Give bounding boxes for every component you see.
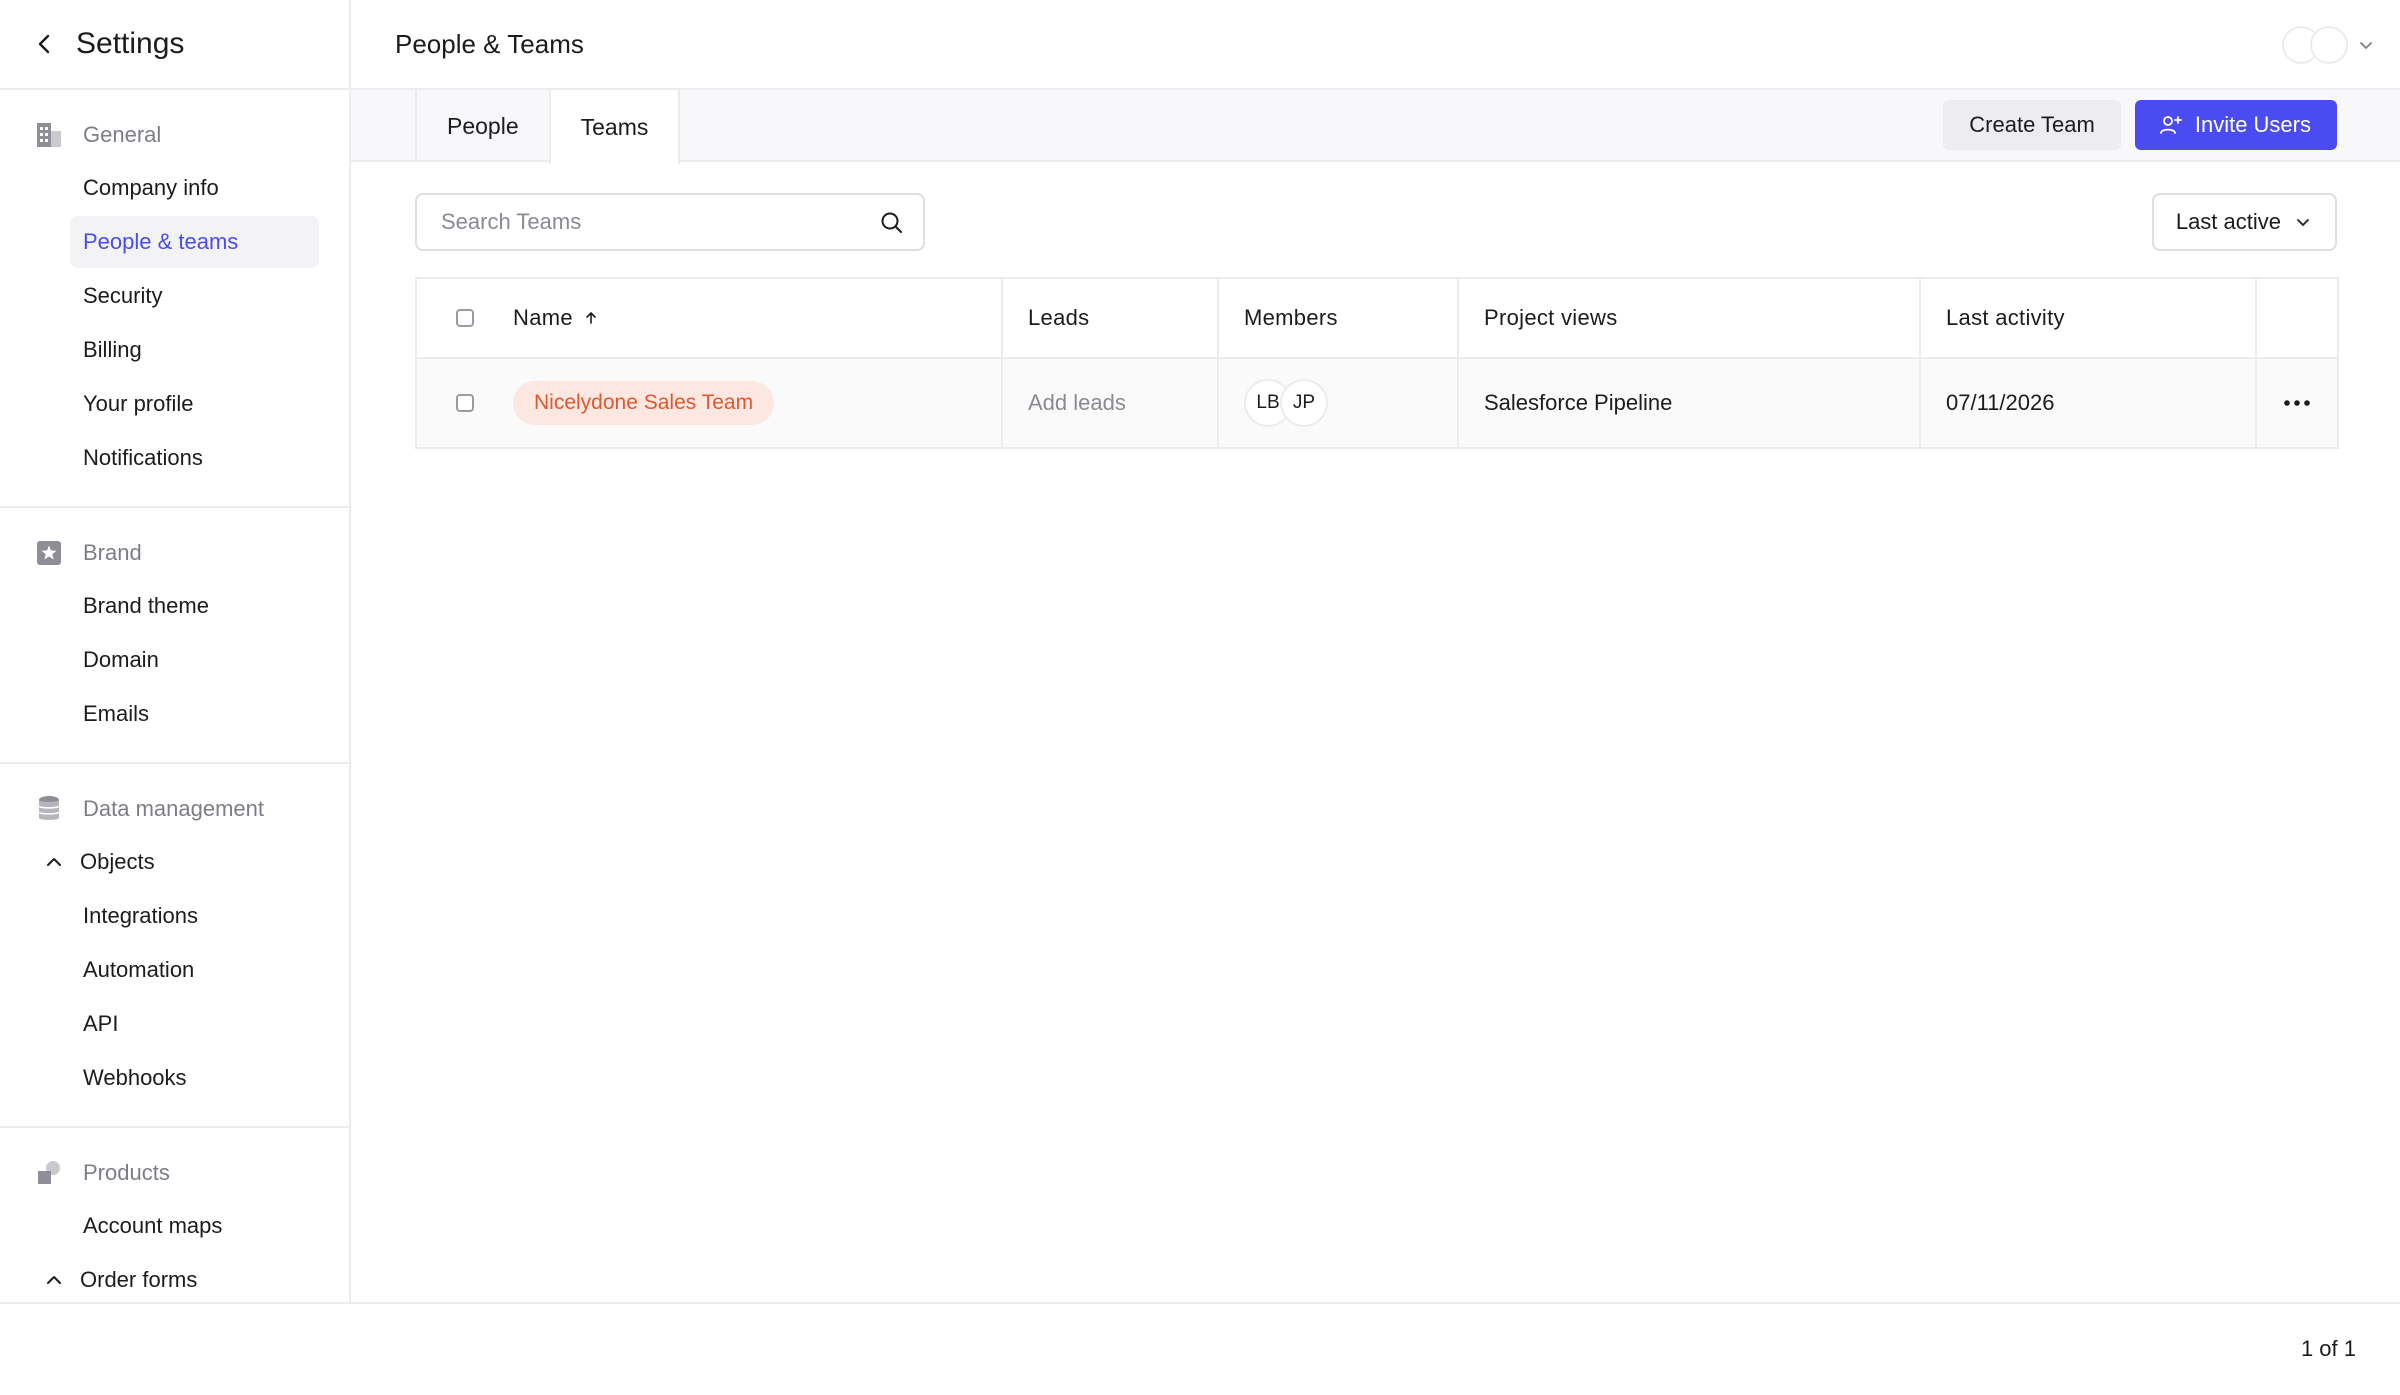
search-box	[415, 193, 925, 251]
sidebar-section-brand: Brand Brand theme Domain Emails	[0, 508, 349, 764]
sidebar-item-automation[interactable]: Automation	[70, 944, 319, 996]
table-header-row: Name Leads Members Project views Last ac…	[415, 277, 2339, 359]
tabs: People Teams	[415, 90, 681, 164]
sidebar-item-company-info[interactable]: Company info	[70, 162, 319, 214]
column-header-last-activity[interactable]: Last activity	[1919, 277, 2257, 359]
page-title: People & Teams	[395, 28, 584, 59]
sidebar-group-label: Data management	[83, 796, 264, 821]
select-all-checkbox[interactable]	[456, 309, 474, 327]
sidebar-item-integrations[interactable]: Integrations	[70, 890, 319, 942]
sidebar-group-data-management: Data management	[0, 784, 349, 834]
sidebar-section-data-management: Data management Objects Integrations Aut…	[0, 764, 349, 1128]
column-header-members[interactable]: Members	[1217, 277, 1459, 359]
sidebar-item-order-forms[interactable]: Order forms	[40, 1254, 319, 1302]
sort-label: Last active	[2175, 209, 2281, 234]
sidebar-item-billing[interactable]: Billing	[70, 324, 319, 376]
sidebar-item-your-profile[interactable]: Your profile	[70, 378, 319, 430]
select-all-cell	[417, 309, 513, 327]
table-row[interactable]: Nicelydone Sales Team Add leads LB JP Sa…	[415, 357, 2339, 449]
column-header-leads[interactable]: Leads	[1001, 277, 1219, 359]
main-panel: People & Teams People Teams Create Team …	[351, 0, 2400, 1302]
name-header-content: Name	[442, 279, 1001, 357]
sidebar-group-label: Products	[83, 1160, 170, 1185]
table-toolbar: Last active	[415, 193, 2337, 251]
sidebar-item-brand-theme[interactable]: Brand theme	[70, 580, 319, 632]
column-label: Name	[513, 305, 573, 330]
column-header-project-views[interactable]: Project views	[1457, 277, 1921, 359]
invite-users-button[interactable]: Invite Users	[2134, 100, 2337, 150]
sidebar-group-label: Brand	[83, 540, 142, 565]
column-header-name[interactable]: Name	[415, 277, 1003, 359]
name-cell-content: Nicelydone Sales Team	[442, 364, 1001, 442]
more-options-icon[interactable]	[2257, 398, 2337, 408]
team-name-badge[interactable]: Nicelydone Sales Team	[513, 381, 775, 425]
star-icon	[34, 538, 64, 568]
sidebar-item-label: Objects	[80, 849, 155, 874]
teams-content: Last active Name	[415, 193, 2339, 449]
sidebar-section-products: Products Account maps Order forms	[0, 1128, 349, 1302]
row-select-cell	[417, 394, 513, 412]
sidebar-item-webhooks[interactable]: Webhooks	[70, 1052, 319, 1104]
search-input[interactable]	[441, 209, 861, 235]
sidebar-group-label: General	[83, 122, 162, 147]
row-actions-cell	[2255, 357, 2339, 449]
sidebar-group-products: Products	[0, 1148, 349, 1198]
sidebar-item-api[interactable]: API	[70, 998, 319, 1050]
chevron-left-icon[interactable]	[30, 29, 60, 59]
leads-cell: Add leads	[1001, 357, 1219, 449]
top-bar: People & Teams	[351, 0, 2400, 90]
tab-people[interactable]: People	[415, 90, 549, 162]
footer-bar: 1 of 1	[0, 1302, 2400, 1395]
chevron-down-icon	[2293, 212, 2313, 232]
teams-table: Name Leads Members Project views Last ac…	[415, 277, 2339, 449]
invite-users-label: Invite Users	[2194, 112, 2311, 137]
member-avatars[interactable]: LB JP	[1244, 379, 1457, 427]
sidebar-item-notifications[interactable]: Notifications	[70, 432, 319, 484]
building-icon	[34, 120, 64, 150]
tab-actions: Create Team Invite Users	[1943, 100, 2337, 150]
column-header-actions	[2255, 277, 2339, 359]
products-icon	[34, 1158, 64, 1188]
sidebar-item-domain[interactable]: Domain	[70, 634, 319, 686]
user-plus-icon	[2159, 113, 2183, 137]
arrow-up-icon	[583, 310, 599, 326]
sidebar-item-security[interactable]: Security	[70, 270, 319, 322]
sidebar-item-emails[interactable]: Emails	[70, 688, 319, 740]
sidebar-section-general: General Company info People & teams Secu…	[0, 90, 349, 508]
chevron-down-icon	[2356, 35, 2376, 55]
sidebar-item-objects[interactable]: Objects	[40, 836, 319, 888]
chevron-up-icon	[40, 848, 68, 876]
avatar	[2310, 26, 2348, 64]
sidebar-item-account-maps[interactable]: Account maps	[70, 1200, 319, 1252]
sidebar-item-label: Order forms	[80, 1267, 198, 1292]
create-team-button[interactable]: Create Team	[1943, 100, 2121, 150]
project-views-cell: Salesforce Pipeline	[1457, 357, 1921, 449]
name-cell: Nicelydone Sales Team	[415, 357, 1003, 449]
user-menu[interactable]	[2282, 26, 2376, 64]
sidebar-header: Settings	[0, 0, 349, 90]
row-checkbox[interactable]	[456, 394, 474, 412]
avatar: JP	[1280, 379, 1328, 427]
last-activity-cell: 07/11/2026	[1919, 357, 2257, 449]
sidebar-group-brand: Brand	[0, 528, 349, 578]
tab-teams[interactable]: Teams	[548, 90, 681, 164]
chevron-up-icon	[40, 1266, 68, 1294]
sort-dropdown[interactable]: Last active	[2151, 193, 2337, 251]
tab-bar: People Teams Create Team Invite Users	[351, 90, 2400, 164]
sidebar-item-people-teams[interactable]: People & teams	[70, 216, 319, 268]
search-icon[interactable]	[879, 210, 905, 241]
pagination-label: 1 of 1	[2300, 1336, 2356, 1361]
members-cell: LB JP	[1217, 357, 1459, 449]
sidebar-group-general: General	[0, 110, 349, 160]
database-icon	[34, 794, 64, 824]
settings-sidebar: Settings General Company info People & t…	[0, 0, 351, 1302]
sidebar-title: Settings	[76, 27, 185, 60]
add-leads-link[interactable]: Add leads	[1028, 390, 1126, 415]
